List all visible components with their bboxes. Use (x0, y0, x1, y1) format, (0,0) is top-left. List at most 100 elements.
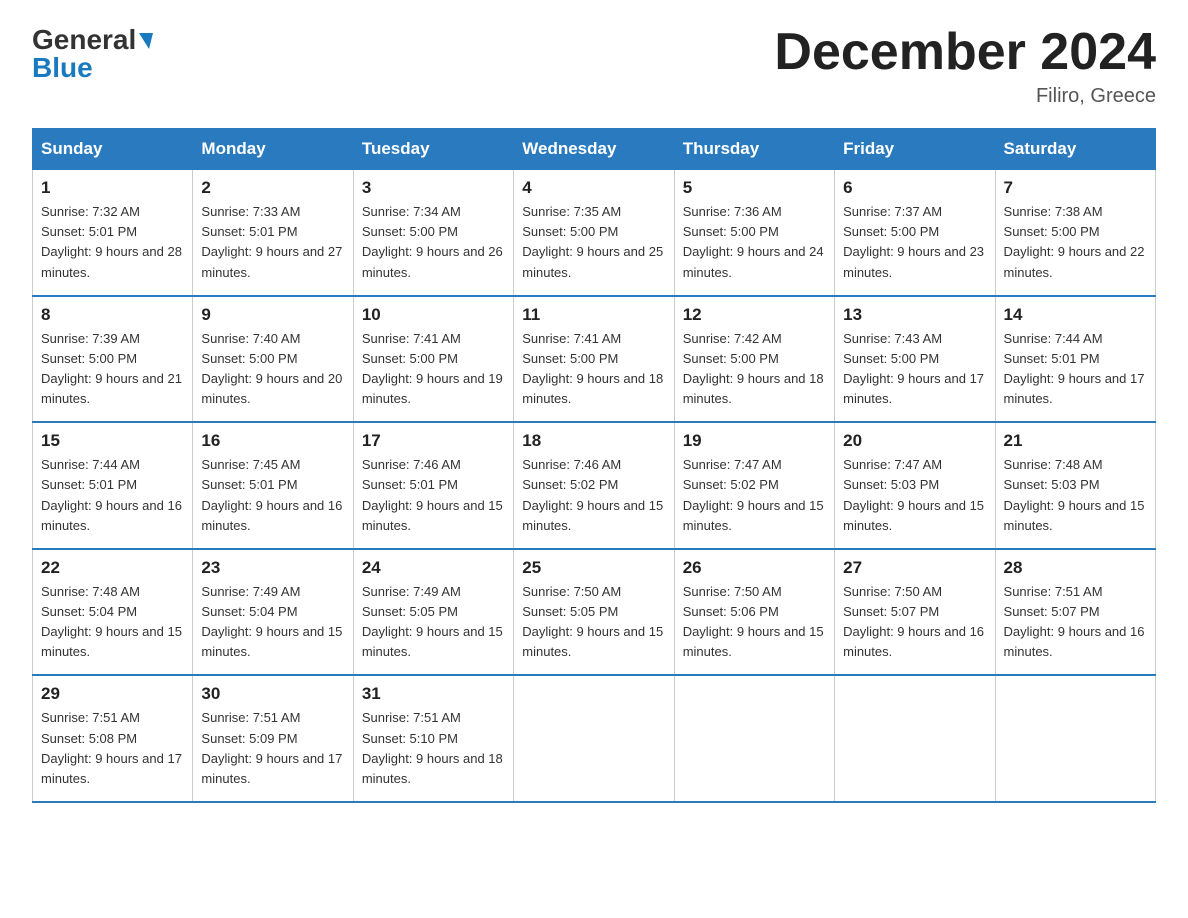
day-info: Sunrise: 7:42 AMSunset: 5:00 PMDaylight:… (683, 329, 826, 410)
day-number: 8 (41, 305, 184, 325)
day-number: 10 (362, 305, 505, 325)
calendar-cell: 23 Sunrise: 7:49 AMSunset: 5:04 PMDayligh… (193, 549, 353, 676)
day-info: Sunrise: 7:39 AMSunset: 5:00 PMDaylight:… (41, 329, 184, 410)
week-row-4: 22Sunrise: 7:48 AMSunset: 5:04 PMDayligh… (33, 549, 1156, 676)
title-block: December 2024 Filiro, Greece (774, 24, 1156, 108)
day-info: Sunrise: 7:51 AMSunset: 5:08 PMDaylight:… (41, 708, 184, 789)
calendar-cell: 6 Sunrise: 7:37 AMSunset: 5:00 PMDaylight… (835, 170, 995, 296)
calendar-cell (995, 675, 1155, 802)
calendar-body: 1 Sunrise: 7:32 AMSunset: 5:01 PMDaylight… (33, 170, 1156, 802)
week-row-2: 8 Sunrise: 7:39 AMSunset: 5:00 PMDaylight… (33, 296, 1156, 423)
day-info: Sunrise: 7:46 AMSunset: 5:02 PMDaylight:… (522, 455, 665, 536)
calendar-cell: 27 Sunrise: 7:50 AMSunset: 5:07 PMDayligh… (835, 549, 995, 676)
day-number: 18 (522, 431, 665, 451)
calendar-cell: 5Sunrise: 7:36 AMSunset: 5:00 PMDaylight… (674, 170, 834, 296)
day-info: Sunrise: 7:50 AMSunset: 5:06 PMDaylight:… (683, 582, 826, 663)
day-number: 13 (843, 305, 986, 325)
day-number: 29 (41, 684, 184, 704)
day-info: Sunrise: 7:51 AMSunset: 5:09 PMDaylight:… (201, 708, 344, 789)
day-number: 21 (1004, 431, 1147, 451)
day-info: Sunrise: 7:51 AMSunset: 5:10 PMDaylight:… (362, 708, 505, 789)
page-header: General Blue December 2024 Filiro, Greec… (32, 24, 1156, 108)
col-header-wednesday: Wednesday (514, 129, 674, 170)
day-number: 27 (843, 558, 986, 578)
calendar-cell: 11 Sunrise: 7:41 AMSunset: 5:00 PMDayligh… (514, 296, 674, 423)
day-info: Sunrise: 7:32 AMSunset: 5:01 PMDaylight:… (41, 202, 184, 283)
calendar-cell: 10Sunrise: 7:41 AMSunset: 5:00 PMDayligh… (353, 296, 513, 423)
calendar-cell: 24Sunrise: 7:49 AMSunset: 5:05 PMDayligh… (353, 549, 513, 676)
day-info: Sunrise: 7:36 AMSunset: 5:00 PMDaylight:… (683, 202, 826, 283)
week-row-1: 1 Sunrise: 7:32 AMSunset: 5:01 PMDaylight… (33, 170, 1156, 296)
day-number: 9 (201, 305, 344, 325)
day-info: Sunrise: 7:47 AMSunset: 5:02 PMDaylight:… (683, 455, 826, 536)
day-number: 23 (201, 558, 344, 578)
day-info: Sunrise: 7:49 AMSunset: 5:04 PMDaylight:… (201, 582, 344, 663)
calendar-cell: 14 Sunrise: 7:44 AMSunset: 5:01 PMDayligh… (995, 296, 1155, 423)
col-header-friday: Friday (835, 129, 995, 170)
calendar-cell: 4 Sunrise: 7:35 AMSunset: 5:00 PMDaylight… (514, 170, 674, 296)
col-header-sunday: Sunday (33, 129, 193, 170)
day-info: Sunrise: 7:44 AMSunset: 5:01 PMDaylight:… (41, 455, 184, 536)
calendar-cell: 25 Sunrise: 7:50 AMSunset: 5:05 PMDayligh… (514, 549, 674, 676)
day-info: Sunrise: 7:50 AMSunset: 5:07 PMDaylight:… (843, 582, 986, 663)
day-info: Sunrise: 7:37 AMSunset: 5:00 PMDaylight:… (843, 202, 986, 283)
day-number: 6 (843, 178, 986, 198)
day-number: 7 (1004, 178, 1147, 198)
day-info: Sunrise: 7:40 AMSunset: 5:00 PMDaylight:… (201, 329, 344, 410)
calendar-cell: 15 Sunrise: 7:44 AMSunset: 5:01 PMDayligh… (33, 422, 193, 549)
col-header-monday: Monday (193, 129, 353, 170)
calendar-cell: 20 Sunrise: 7:47 AMSunset: 5:03 PMDayligh… (835, 422, 995, 549)
day-number: 2 (201, 178, 344, 198)
day-info: Sunrise: 7:51 AMSunset: 5:07 PMDaylight:… (1004, 582, 1147, 663)
day-number: 17 (362, 431, 505, 451)
calendar-cell: 12Sunrise: 7:42 AMSunset: 5:00 PMDayligh… (674, 296, 834, 423)
day-number: 16 (201, 431, 344, 451)
day-number: 19 (683, 431, 826, 451)
day-number: 25 (522, 558, 665, 578)
day-number: 20 (843, 431, 986, 451)
day-number: 26 (683, 558, 826, 578)
logo: General Blue (32, 24, 153, 84)
day-number: 28 (1004, 558, 1147, 578)
calendar-cell: 17 Sunrise: 7:46 AMSunset: 5:01 PMDayligh… (353, 422, 513, 549)
calendar-cell: 28 Sunrise: 7:51 AMSunset: 5:07 PMDayligh… (995, 549, 1155, 676)
day-info: Sunrise: 7:45 AMSunset: 5:01 PMDaylight:… (201, 455, 344, 536)
day-info: Sunrise: 7:35 AMSunset: 5:00 PMDaylight:… (522, 202, 665, 283)
day-info: Sunrise: 7:44 AMSunset: 5:01 PMDaylight:… (1004, 329, 1147, 410)
day-number: 30 (201, 684, 344, 704)
col-header-thursday: Thursday (674, 129, 834, 170)
day-info: Sunrise: 7:38 AMSunset: 5:00 PMDaylight:… (1004, 202, 1147, 283)
logo-blue: Blue (32, 52, 93, 84)
day-info: Sunrise: 7:46 AMSunset: 5:01 PMDaylight:… (362, 455, 505, 536)
header-row: SundayMondayTuesdayWednesdayThursdayFrid… (33, 129, 1156, 170)
calendar-cell: 30 Sunrise: 7:51 AMSunset: 5:09 PMDayligh… (193, 675, 353, 802)
calendar-header: SundayMondayTuesdayWednesdayThursdayFrid… (33, 129, 1156, 170)
day-info: Sunrise: 7:43 AMSunset: 5:00 PMDaylight:… (843, 329, 986, 410)
day-info: Sunrise: 7:50 AMSunset: 5:05 PMDaylight:… (522, 582, 665, 663)
calendar-table: SundayMondayTuesdayWednesdayThursdayFrid… (32, 128, 1156, 803)
calendar-cell: 9 Sunrise: 7:40 AMSunset: 5:00 PMDaylight… (193, 296, 353, 423)
week-row-3: 15 Sunrise: 7:44 AMSunset: 5:01 PMDayligh… (33, 422, 1156, 549)
day-info: Sunrise: 7:33 AMSunset: 5:01 PMDaylight:… (201, 202, 344, 283)
calendar-cell (674, 675, 834, 802)
day-number: 14 (1004, 305, 1147, 325)
day-number: 31 (362, 684, 505, 704)
day-number: 1 (41, 178, 184, 198)
calendar-cell: 3Sunrise: 7:34 AMSunset: 5:00 PMDaylight… (353, 170, 513, 296)
logo-arrow-icon (139, 33, 153, 49)
day-number: 15 (41, 431, 184, 451)
calendar-cell (514, 675, 674, 802)
calendar-cell: 8 Sunrise: 7:39 AMSunset: 5:00 PMDaylight… (33, 296, 193, 423)
day-number: 24 (362, 558, 505, 578)
day-number: 4 (522, 178, 665, 198)
calendar-cell: 18 Sunrise: 7:46 AMSunset: 5:02 PMDayligh… (514, 422, 674, 549)
calendar-cell: 2 Sunrise: 7:33 AMSunset: 5:01 PMDaylight… (193, 170, 353, 296)
day-info: Sunrise: 7:48 AMSunset: 5:04 PMDaylight:… (41, 582, 184, 663)
day-info: Sunrise: 7:41 AMSunset: 5:00 PMDaylight:… (522, 329, 665, 410)
day-number: 3 (362, 178, 505, 198)
day-number: 11 (522, 305, 665, 325)
col-header-saturday: Saturday (995, 129, 1155, 170)
day-info: Sunrise: 7:47 AMSunset: 5:03 PMDaylight:… (843, 455, 986, 536)
calendar-cell: 26 Sunrise: 7:50 AMSunset: 5:06 PMDayligh… (674, 549, 834, 676)
week-row-5: 29 Sunrise: 7:51 AMSunset: 5:08 PMDayligh… (33, 675, 1156, 802)
